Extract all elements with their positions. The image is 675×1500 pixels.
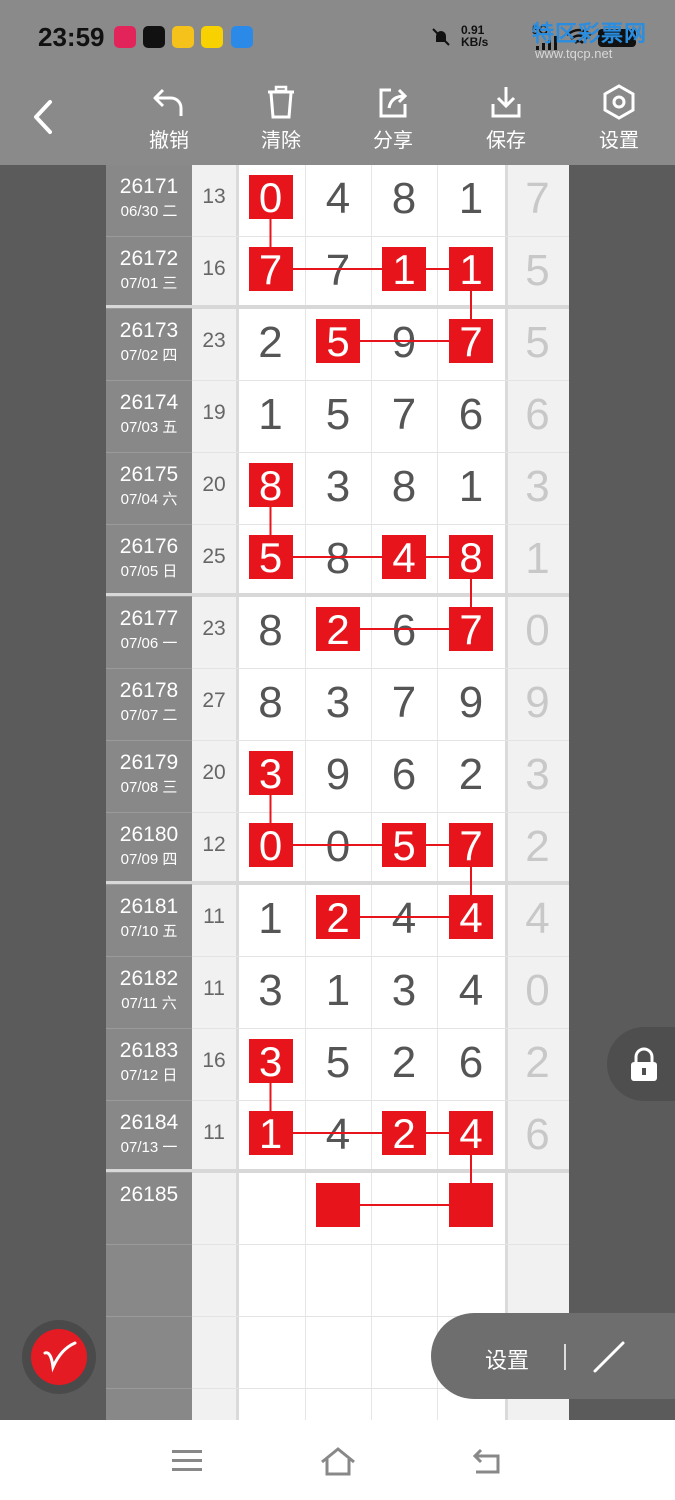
- watermark-title: 特区彩票网: [532, 21, 648, 46]
- settings-label: 设置: [599, 130, 639, 152]
- highlighted-digit[interactable]: 1: [449, 247, 493, 293]
- share-button[interactable]: 分享: [358, 84, 428, 153]
- highlighted-digit[interactable]: 3: [248, 751, 293, 797]
- highlighted-digit[interactable]: 1: [248, 1111, 293, 1157]
- highlighted-digit[interactable]: 5: [248, 535, 293, 581]
- mute-icon: [432, 28, 450, 46]
- system-nav-bar: [0, 1420, 675, 1500]
- highlighted-digit[interactable]: 2: [382, 1111, 426, 1157]
- speed-unit: KB/s: [461, 35, 489, 49]
- pen-tool-circle: [31, 1329, 87, 1385]
- highlighted-digit[interactable]: 1: [382, 247, 426, 293]
- highlighted-digit[interactable]: 4: [449, 895, 493, 941]
- save-button[interactable]: 保存: [471, 84, 541, 153]
- gear-icon: [603, 84, 635, 120]
- highlighted-digit[interactable]: [449, 1183, 493, 1227]
- bell-app-icon: [172, 26, 194, 48]
- menu-icon[interactable]: [172, 1448, 202, 1474]
- shield-app-icon: [231, 26, 253, 48]
- meituan-icon: [201, 26, 223, 48]
- back-button[interactable]: [24, 92, 64, 142]
- chevron-left-icon: [34, 100, 52, 134]
- status-time: 23:59: [38, 22, 105, 52]
- highlighted-digit[interactable]: 4: [449, 1111, 493, 1157]
- home-icon[interactable]: [320, 1446, 356, 1476]
- highlighted-digit[interactable]: 3: [248, 1039, 293, 1085]
- save-label: 保存: [486, 130, 526, 152]
- status-bar: 23:59 0.91 KB/s 5G 特区彩票网 www.tqcp.net: [0, 0, 675, 72]
- panel-divider: [564, 1344, 566, 1370]
- panel-settings-button[interactable]: 设置: [485, 1343, 529, 1375]
- highlighted-digit[interactable]: 2: [316, 895, 360, 941]
- highlighted-digit[interactable]: 7: [449, 319, 493, 365]
- undo-label: 撤销: [149, 130, 189, 152]
- settings-button[interactable]: 设置: [584, 84, 654, 153]
- highlighted-digit[interactable]: 0: [248, 823, 293, 869]
- highlighted-digit[interactable]: 8: [248, 463, 293, 509]
- network-speed: 0.91 KB/s: [461, 24, 488, 48]
- app-notification-icon: [114, 26, 136, 48]
- line-tool-icon[interactable]: [591, 1339, 627, 1375]
- lock-icon: [631, 1047, 657, 1081]
- highlighted-digit[interactable]: 2: [316, 607, 360, 653]
- highlighted-digit[interactable]: 5: [382, 823, 426, 869]
- highlighted-digit[interactable]: 7: [449, 823, 493, 869]
- download-icon: [491, 87, 521, 118]
- undo-icon: [153, 88, 183, 116]
- lock-button[interactable]: [607, 1027, 675, 1101]
- highlighted-digit[interactable]: 7: [248, 247, 293, 293]
- pen-tool-button[interactable]: [22, 1320, 96, 1394]
- share-label: 分享: [373, 130, 413, 152]
- highlighted-digit[interactable]: 8: [449, 535, 493, 581]
- highlighted-digit[interactable]: [316, 1183, 360, 1227]
- highlighted-digit[interactable]: 4: [382, 535, 426, 581]
- highlighted-digit[interactable]: 0: [248, 175, 293, 221]
- watermark-url: www.tqcp.net: [535, 46, 613, 61]
- clear-button[interactable]: 清除: [246, 84, 316, 153]
- tiktok-icon: [143, 26, 165, 48]
- highlighted-digit[interactable]: 7: [449, 607, 493, 653]
- undo-button[interactable]: 撤销: [134, 84, 204, 153]
- trend-chart-grid[interactable]: 2617106/30 二13048172617207/01 三167711526…: [106, 165, 569, 1420]
- clear-label: 清除: [261, 130, 301, 152]
- highlighted-digit[interactable]: 5: [316, 319, 360, 365]
- pen-stroke-icon: [43, 1341, 77, 1373]
- back-nav-icon[interactable]: [470, 1446, 504, 1476]
- share-icon: [379, 88, 408, 118]
- toolbar: 撤销 清除 分享 保存 设置: [0, 72, 675, 165]
- trash-icon: [268, 85, 294, 119]
- draw-settings-panel: 设置: [431, 1313, 675, 1399]
